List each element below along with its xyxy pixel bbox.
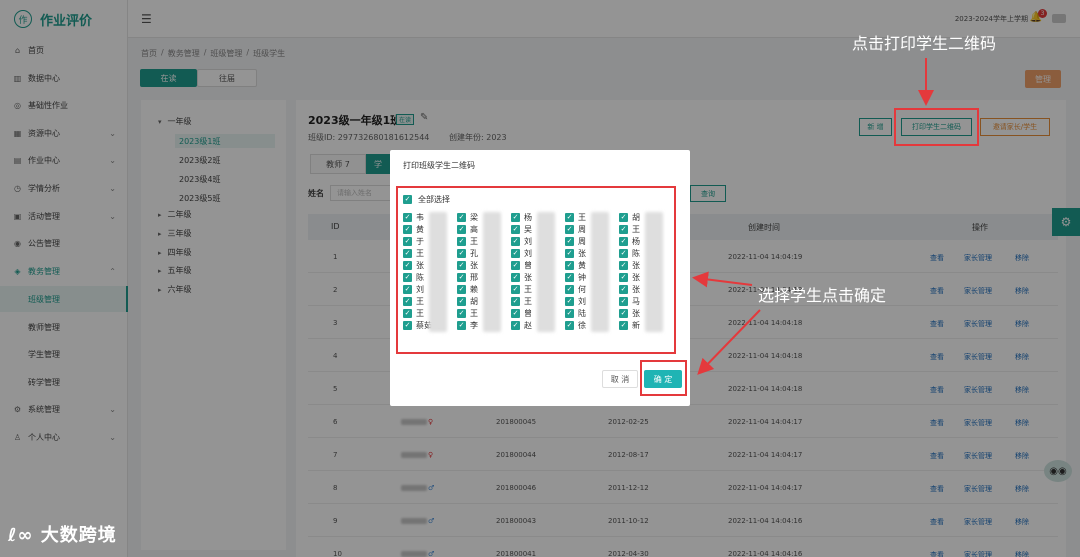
- watermark-logo-icon: ℓ∞: [8, 525, 41, 546]
- arrow-to-grid: [692, 271, 753, 288]
- annotation-arrows: [692, 58, 934, 375]
- arrow-to-confirm: [697, 309, 761, 375]
- watermark-text: 大数跨境: [40, 525, 117, 546]
- watermark: ℓ∞ 大数跨境: [8, 521, 117, 547]
